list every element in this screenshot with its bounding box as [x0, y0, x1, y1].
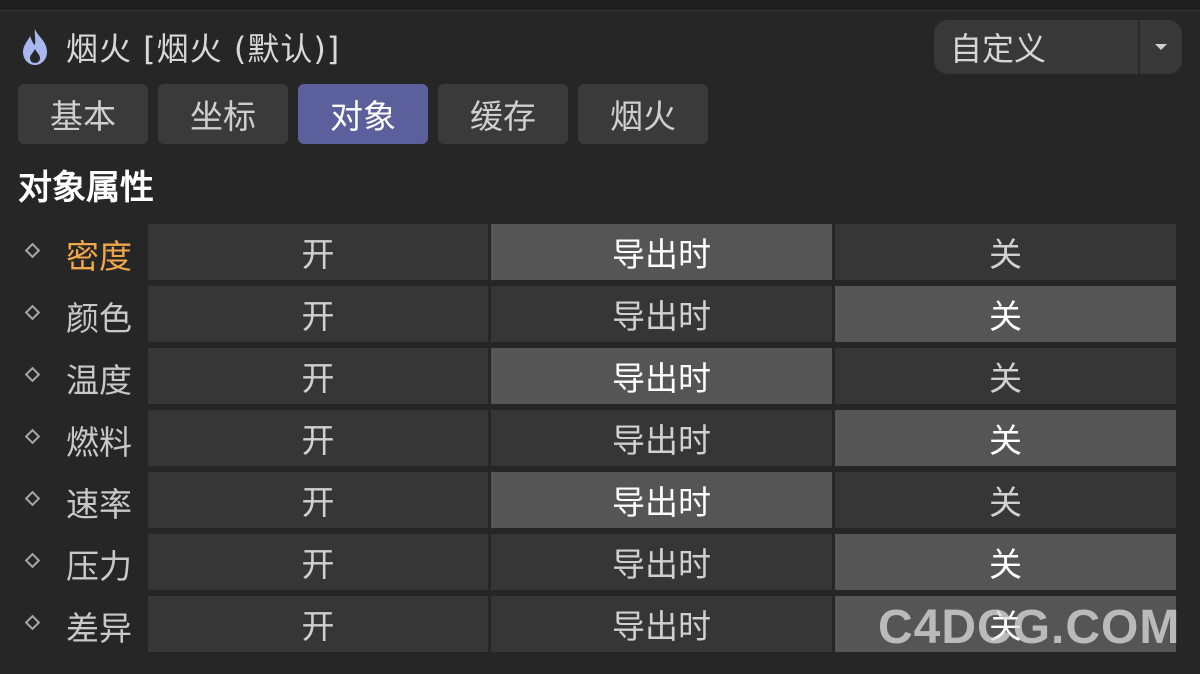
option-export[interactable]: 导出时	[491, 286, 832, 342]
property-label: 差异	[66, 609, 132, 648]
option-export[interactable]: 导出时	[491, 224, 832, 280]
keyframe-diamond-icon[interactable]	[24, 614, 41, 631]
property-row-density: 密度 开 导出时 关	[0, 224, 1200, 280]
option-off[interactable]: 关	[835, 348, 1176, 404]
property-row-color: 颜色 开 导出时 关	[0, 286, 1200, 342]
tab-object[interactable]: 对象	[298, 84, 428, 144]
keyframe-diamond-icon[interactable]	[24, 552, 41, 569]
keyframe-diamond-icon[interactable]	[24, 242, 41, 259]
property-label: 燃料	[66, 423, 132, 462]
option-on[interactable]: 开	[148, 596, 488, 652]
property-label: 速率	[66, 485, 132, 524]
keyframe-diamond-icon[interactable]	[24, 366, 41, 383]
option-export[interactable]: 导出时	[491, 472, 832, 528]
option-export[interactable]: 导出时	[491, 596, 832, 652]
option-off[interactable]: 关	[835, 410, 1176, 466]
option-export[interactable]: 导出时	[491, 410, 832, 466]
option-off[interactable]: 关	[835, 472, 1176, 528]
keyframe-diamond-icon[interactable]	[24, 428, 41, 445]
property-row-fuel: 燃料 开 导出时 关	[0, 410, 1200, 466]
option-on[interactable]: 开	[148, 534, 488, 590]
top-border	[0, 0, 1200, 11]
tab-pyro[interactable]: 烟火	[578, 84, 708, 144]
tab-cache[interactable]: 缓存	[438, 84, 568, 144]
object-header: 烟火 [烟火 (默认)]	[18, 22, 340, 72]
property-label: 温度	[66, 361, 132, 400]
option-on[interactable]: 开	[148, 348, 488, 404]
section-title: 对象属性	[18, 168, 154, 208]
watermark: C4DCG.COM	[878, 601, 1181, 654]
option-off[interactable]: 关	[835, 224, 1176, 280]
option-on[interactable]: 开	[148, 472, 488, 528]
tab-bar: 基本 坐标 对象 缓存 烟火	[18, 84, 708, 144]
option-on[interactable]: 开	[148, 286, 488, 342]
option-off[interactable]: 关	[835, 286, 1176, 342]
property-row-velocity: 速率 开 导出时 关	[0, 472, 1200, 528]
property-row-pressure: 压力 开 导出时 关	[0, 534, 1200, 590]
option-export[interactable]: 导出时	[491, 348, 832, 404]
object-title: 烟火 [烟火 (默认)]	[66, 30, 341, 68]
keyframe-diamond-icon[interactable]	[24, 490, 41, 507]
keyframe-diamond-icon[interactable]	[24, 304, 41, 321]
caret-down-icon[interactable]	[1140, 20, 1182, 74]
property-label: 颜色	[66, 299, 132, 338]
tab-basic[interactable]: 基本	[18, 84, 148, 144]
property-label: 压力	[66, 547, 132, 586]
preset-dropdown[interactable]: 自定义	[934, 20, 1182, 74]
option-export[interactable]: 导出时	[491, 534, 832, 590]
property-label: 密度	[66, 237, 132, 276]
preset-label: 自定义	[950, 30, 1047, 68]
property-row-temperature: 温度 开 导出时 关	[0, 348, 1200, 404]
option-off[interactable]: 关	[835, 534, 1176, 590]
tab-coordinates[interactable]: 坐标	[158, 84, 288, 144]
option-on[interactable]: 开	[148, 224, 488, 280]
option-on[interactable]: 开	[148, 410, 488, 466]
flame-icon	[18, 27, 52, 67]
